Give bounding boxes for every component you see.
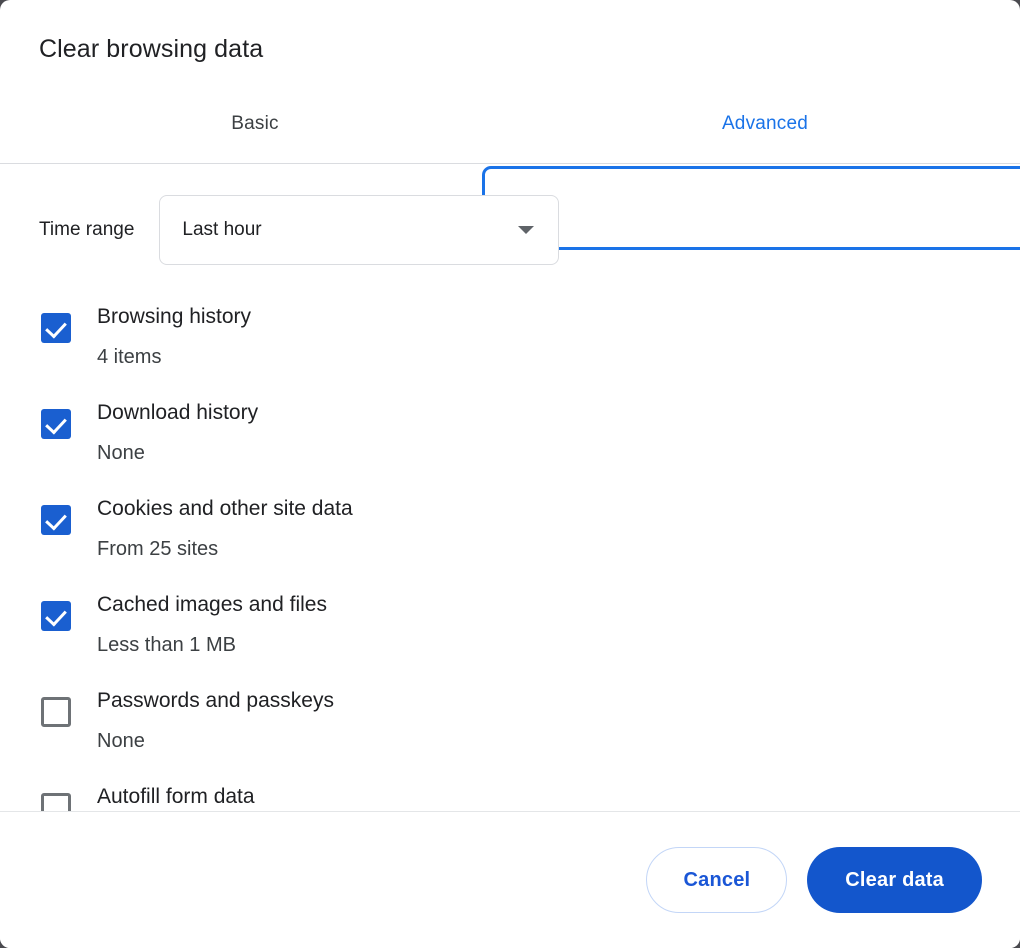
- checkbox-cached-images-and-files[interactable]: [41, 601, 71, 631]
- list-item-label: Cookies and other site data: [97, 497, 353, 520]
- list-item-text: Passwords and passkeys None: [97, 681, 334, 755]
- page-title: Clear browsing data: [39, 35, 264, 63]
- list-item-sublabel: Less than 1 MB: [97, 634, 236, 656]
- list-item-label: Autofill form data: [97, 785, 255, 808]
- list-item-sublabel: None: [97, 730, 145, 752]
- dialog-footer: Cancel Clear data: [0, 812, 1020, 948]
- cancel-button[interactable]: Cancel: [646, 847, 788, 913]
- dialog-body: Time range Last hour Browsing history 4 …: [0, 164, 1020, 812]
- chevron-down-icon: [518, 226, 535, 234]
- clear-data-button[interactable]: Clear data: [807, 847, 982, 913]
- list-item-label: Download history: [97, 401, 259, 424]
- clear-browsing-data-dialog: Clear browsing data Basic Advanced Time …: [0, 0, 1020, 948]
- checkbox-passwords-and-passkeys[interactable]: [41, 697, 71, 727]
- list-item-text: Cookies and other site data From 25 site…: [97, 489, 353, 563]
- list-item-text: Browsing history 4 items: [97, 297, 251, 371]
- time-range-select[interactable]: Last hour: [159, 195, 560, 265]
- data-type-list: Browsing history 4 items Download histor…: [0, 265, 1020, 811]
- checkbox-autofill-form-data[interactable]: [41, 793, 71, 811]
- checkbox-cookies-and-site-data[interactable]: [41, 505, 71, 535]
- tab-advanced[interactable]: Advanced: [510, 84, 1020, 163]
- list-item-sublabel: From 25 sites: [97, 538, 219, 560]
- checkbox-browsing-history[interactable]: [41, 313, 71, 343]
- list-item[interactable]: Autofill form data: [0, 777, 1020, 811]
- list-item-text: Cached images and files Less than 1 MB: [97, 585, 327, 659]
- list-item-text: Autofill form data: [97, 777, 255, 811]
- list-item-label: Cached images and files: [97, 593, 327, 616]
- time-range-row: Time range Last hour: [0, 164, 1020, 265]
- list-item[interactable]: Download history None: [0, 393, 1020, 489]
- list-item[interactable]: Browsing history 4 items: [0, 297, 1020, 393]
- dialog-header: Clear browsing data: [0, 0, 1020, 64]
- checkbox-download-history[interactable]: [41, 409, 71, 439]
- list-item-label: Passwords and passkeys: [97, 689, 334, 712]
- tab-bar: Basic Advanced: [0, 84, 1020, 250]
- time-range-label: Time range: [39, 219, 135, 240]
- list-item-label: Browsing history: [97, 305, 252, 328]
- list-item-sublabel: 4 items: [97, 346, 162, 368]
- list-item-text: Download history None: [97, 393, 258, 467]
- list-item[interactable]: Cookies and other site data From 25 site…: [0, 489, 1020, 585]
- list-item[interactable]: Passwords and passkeys None: [0, 681, 1020, 777]
- time-range-select-wrap: Last hour: [159, 195, 560, 265]
- list-item-sublabel: None: [97, 442, 145, 464]
- list-item[interactable]: Cached images and files Less than 1 MB: [0, 585, 1020, 681]
- time-range-value: Last hour: [182, 219, 262, 240]
- tab-basic[interactable]: Basic: [0, 84, 510, 163]
